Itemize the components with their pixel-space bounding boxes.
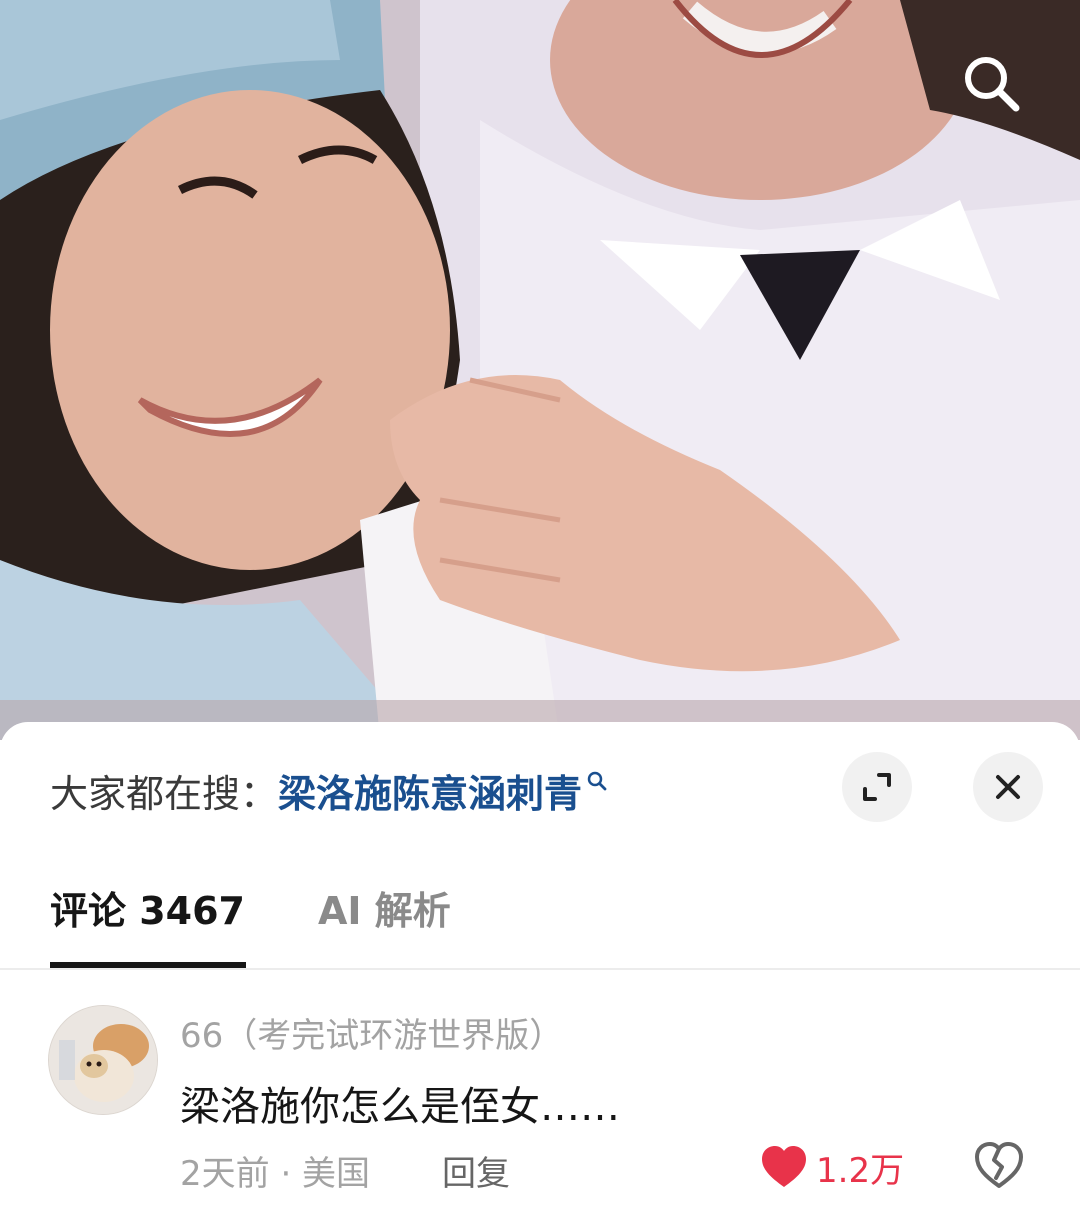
broken-heart-icon — [975, 1142, 1023, 1188]
hot-search-term[interactable]: 梁洛施陈意涵刺青 — [278, 763, 582, 818]
comment-item: 66（考完试环游世界版） 梁洛施你怎么是侄女…… 2天前 · 美国 回复 1.2… — [0, 970, 1080, 1218]
tab-bar: 评论 3467 AI 解析 — [0, 862, 1080, 968]
search-icon — [965, 57, 1020, 112]
expand-button[interactable] — [842, 752, 912, 822]
comment-meta: 2天前 · 美国 — [180, 1154, 371, 1194]
hot-search-prefix: 大家都在搜： — [50, 771, 279, 816]
tab-ai-analysis[interactable]: AI 解析 — [318, 880, 451, 935]
like-count: 1.2万 — [816, 1150, 905, 1191]
tab-comments[interactable]: 评论 3467 — [50, 880, 245, 935]
comment-username[interactable]: 66（考完试环游世界版） — [180, 1008, 563, 1057]
like-button[interactable]: 1.2万 — [760, 1144, 905, 1191]
heart-icon — [762, 1146, 806, 1187]
video-image — [0, 0, 1080, 740]
video-frame[interactable] — [0, 0, 1080, 740]
comment-sheet: 大家都在搜： 梁洛施陈意涵刺青 评论 3467 AI 解析 66（考完试环游世界… — [0, 722, 1080, 1218]
close-button[interactable] — [973, 752, 1043, 822]
reply-button[interactable]: 回复 — [442, 1146, 510, 1195]
search-button[interactable] — [960, 52, 1032, 124]
hot-search-icon — [587, 771, 607, 791]
hot-search-row: 大家都在搜： 梁洛施陈意涵刺青 — [50, 752, 810, 828]
avatar-image — [49, 1006, 157, 1114]
dislike-button[interactable] — [973, 1140, 1025, 1192]
expand-icon — [863, 773, 891, 801]
comment-text: 梁洛施你怎么是侄女…… — [180, 1084, 620, 1130]
avatar[interactable] — [48, 1005, 158, 1115]
close-icon — [996, 775, 1020, 799]
